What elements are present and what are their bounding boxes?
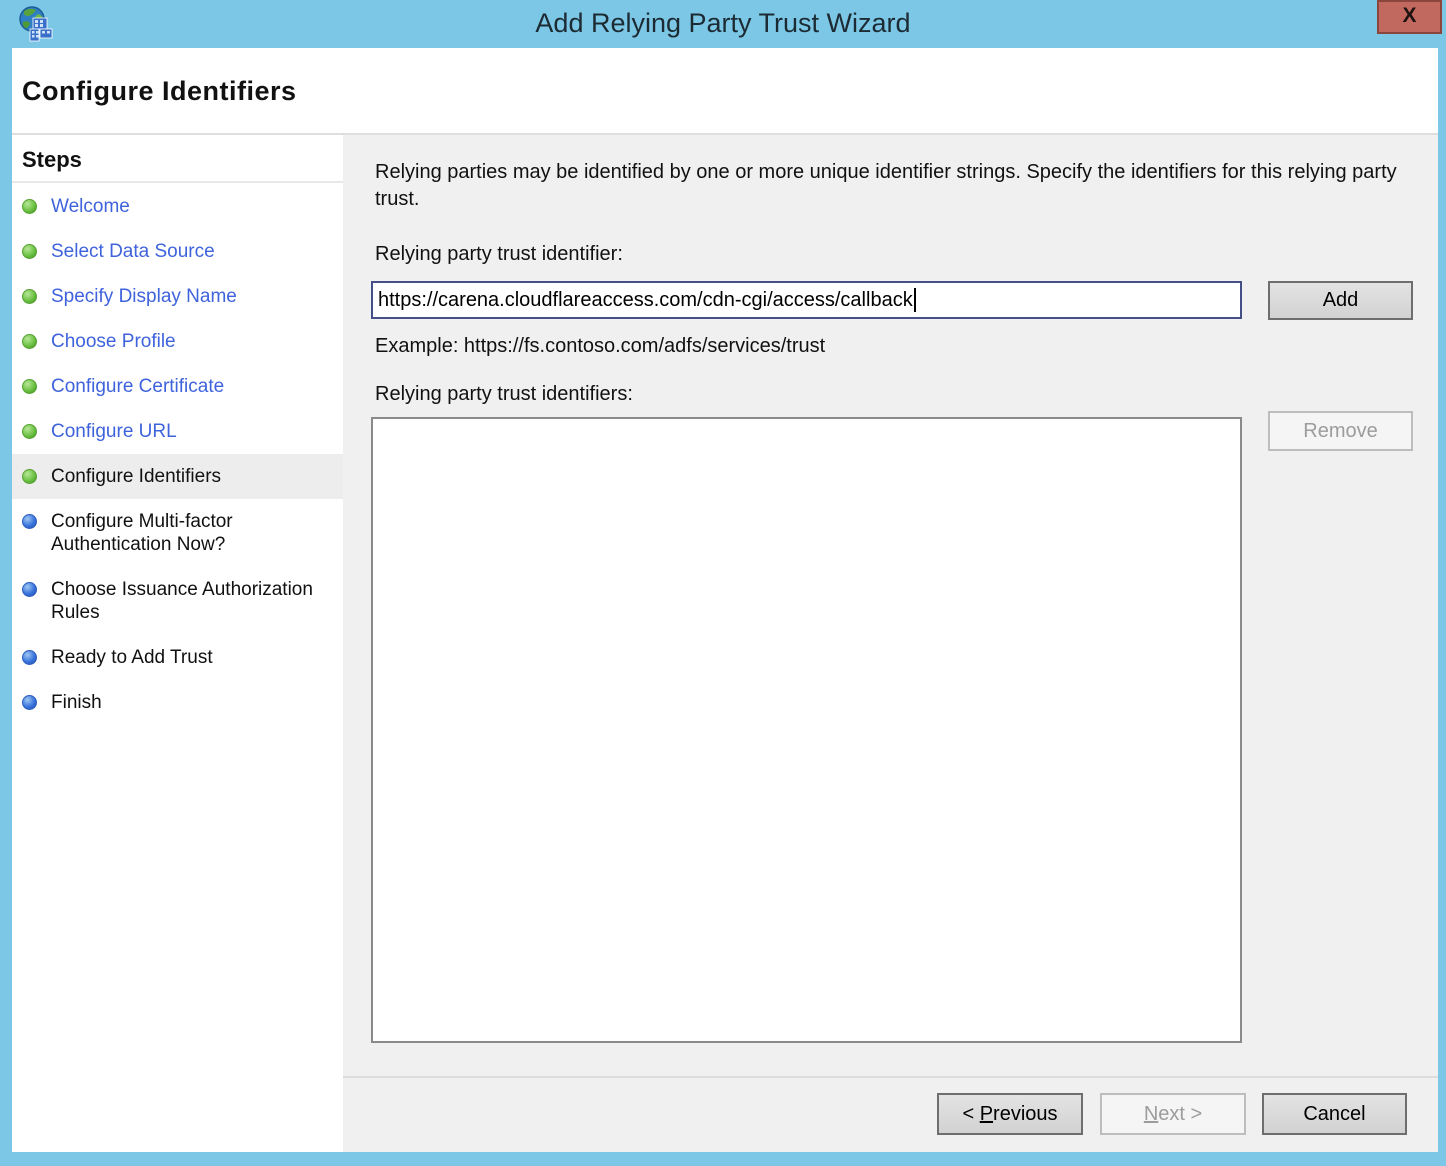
steps-sidebar: Steps Welcome Select Data Source Specify D… <box>12 135 343 1152</box>
identifier-input[interactable]: https://carena.cloudflareaccess.com/cdn-… <box>371 281 1242 319</box>
step-label: Choose Issuance Authorization Rules <box>51 578 335 624</box>
wizard-content: Configure Identifiers Steps Welcome Selec… <box>12 48 1438 1152</box>
step-label: Configure URL <box>51 420 177 443</box>
step-label: Choose Profile <box>51 330 176 353</box>
sidebar-item-specify-display-name[interactable]: Specify Display Name <box>12 274 343 319</box>
cancel-button[interactable]: Cancel <box>1262 1093 1407 1135</box>
sidebar-item-configure-multi-factor-authentication-now: Configure Multi-factor Authentication No… <box>12 499 343 567</box>
step-label: Configure Multi-factor Authentication No… <box>51 510 335 556</box>
step-bullet-icon <box>22 695 37 710</box>
step-label: Configure Certificate <box>51 375 224 398</box>
page-header: Configure Identifiers <box>12 48 1438 135</box>
steps-heading: Steps <box>22 147 343 173</box>
sidebar-item-welcome[interactable]: Welcome <box>12 184 343 229</box>
identifiers-list-label: Relying party trust identifiers: <box>375 383 633 406</box>
sidebar-item-ready-to-add-trust: Ready to Add Trust <box>12 635 343 680</box>
step-bullet-icon <box>22 199 37 214</box>
steps-list: Welcome Select Data Source Specify Display… <box>12 183 343 725</box>
step-label: Select Data Source <box>51 240 215 263</box>
step-label: Specify Display Name <box>51 285 237 308</box>
step-bullet-icon <box>22 582 37 597</box>
step-bullet-icon <box>22 469 37 484</box>
remove-button[interactable]: Remove <box>1268 411 1413 451</box>
example-text: Example: https://fs.contoso.com/adfs/ser… <box>375 335 825 358</box>
titlebar: Add Relying Party Trust Wizard X <box>0 0 1446 48</box>
step-label: Ready to Add Trust <box>51 646 213 669</box>
add-button[interactable]: Add <box>1268 281 1413 320</box>
previous-button[interactable]: < Previous <box>937 1093 1083 1135</box>
sidebar-item-configure-url[interactable]: Configure URL <box>12 409 343 454</box>
next-button[interactable]: Next > <box>1100 1093 1246 1135</box>
page-title: Configure Identifiers <box>22 76 297 107</box>
identifier-label: Relying party trust identifier: <box>375 243 623 266</box>
step-label: Configure Identifiers <box>51 465 221 488</box>
sidebar-item-select-data-source[interactable]: Select Data Source <box>12 229 343 274</box>
step-label: Welcome <box>51 195 130 218</box>
sidebar-item-choose-issuance-authorization-rules: Choose Issuance Authorization Rules <box>12 567 343 635</box>
wizard-window: Add Relying Party Trust Wizard X Configu… <box>0 0 1446 1166</box>
main-panel: Relying parties may be identified by one… <box>343 135 1438 1152</box>
step-bullet-icon <box>22 379 37 394</box>
identifier-input-value: https://carena.cloudflareaccess.com/cdn-… <box>378 289 913 312</box>
close-button[interactable]: X <box>1377 0 1442 34</box>
intro-text: Relying parties may be identified by one… <box>375 159 1399 213</box>
sidebar-item-choose-profile[interactable]: Choose Profile <box>12 319 343 364</box>
identifiers-listbox[interactable] <box>371 417 1242 1043</box>
step-bullet-icon <box>22 514 37 529</box>
window-title: Add Relying Party Trust Wizard <box>0 0 1446 48</box>
sidebar-item-finish: Finish <box>12 680 343 725</box>
step-bullet-icon <box>22 244 37 259</box>
step-bullet-icon <box>22 650 37 665</box>
step-bullet-icon <box>22 424 37 439</box>
footer-divider <box>343 1076 1438 1078</box>
step-label: Finish <box>51 691 102 714</box>
sidebar-item-configure-identifiers: Configure Identifiers <box>12 454 343 499</box>
text-caret <box>914 288 916 312</box>
step-bullet-icon <box>22 334 37 349</box>
sidebar-item-configure-certificate[interactable]: Configure Certificate <box>12 364 343 409</box>
step-bullet-icon <box>22 289 37 304</box>
